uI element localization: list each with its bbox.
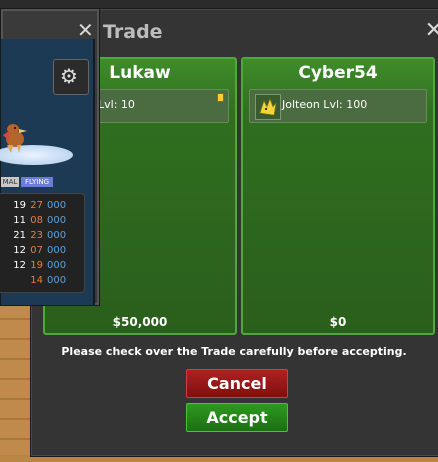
pokemon-slot-right[interactable]: Jolteon Lvl: 100 [249, 89, 427, 123]
stats-box: : 1927000 1108000 2123000 1207000 121900… [0, 193, 85, 293]
stat-row: 21 23 000 [13, 230, 67, 241]
cancel-button[interactable]: Cancel [186, 369, 288, 398]
money-right: $0 [329, 315, 347, 329]
stat-row: 12 07 000 [13, 245, 67, 256]
pokemon-label-right: Jolteon Lvl: 100 [282, 98, 368, 111]
wood-floor [0, 300, 30, 462]
accept-button[interactable]: Accept [186, 403, 288, 432]
trade-notice: Please check over the Trade carefully be… [61, 345, 407, 358]
trade-close-icon[interactable]: ✕ [425, 18, 438, 43]
spearow-sprite-icon [3, 124, 27, 153]
stat-row: 12 19 000 [13, 260, 67, 271]
pokemon-summary-window: ✕ ⚙ MAL FLYING : 1927000 1108000 2123000… [0, 8, 100, 306]
trade-panel-right: Cyber54 Jolteon Lvl: 100 $0 [241, 57, 435, 335]
type-badge-flying: FLYING [21, 177, 53, 187]
gear-icon[interactable]: ⚙ [53, 59, 89, 95]
trade-title: Trade [103, 21, 163, 43]
money-left: $50,000 [112, 315, 168, 329]
jolteon-sprite-icon [255, 94, 281, 120]
item-badge-icon [217, 93, 224, 102]
stat-row: 11 08 000 [13, 215, 67, 226]
type-badge-normal: MAL [1, 177, 19, 187]
player-name-right: Cyber54 [298, 63, 378, 83]
stat-row: 19 27 000 [13, 200, 67, 211]
stat-row: 14 000 [30, 275, 67, 286]
